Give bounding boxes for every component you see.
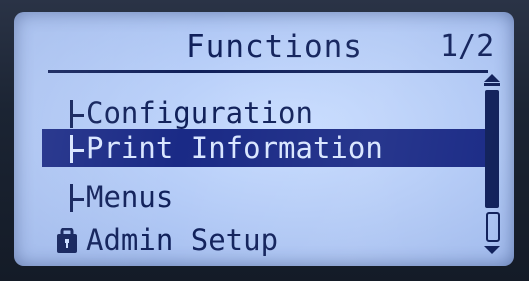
scroll-up-arrow-icon [484,74,500,82]
scrollbar[interactable] [484,74,500,258]
menu-item-menus[interactable]: Menus [42,178,486,216]
scroll-track-cap [484,83,500,86]
scroll-down-arrow-icon [484,246,500,254]
tree-branch-icon [70,100,84,128]
menu-item-label: Print Information [86,131,383,165]
lcd-screen: Functions 1/2 Configuration Print Inform… [14,12,514,266]
lock-icon [57,228,77,253]
tree-branch-icon [70,135,84,163]
page-indicator: 1/2 [440,29,495,64]
menu-item-configuration[interactable]: Configuration [42,94,486,132]
tree-branch-icon [70,184,84,212]
menu-item-admin-setup[interactable]: Admin Setup [42,221,486,259]
scroll-thumb[interactable] [485,90,499,208]
menu-item-label: Menus [86,180,174,214]
menu-item-label: Admin Setup [86,223,279,257]
device-bezel: Functions 1/2 Configuration Print Inform… [0,0,529,281]
header-divider [48,70,488,73]
menu-item-label: Configuration [86,96,313,130]
menu-item-print-information[interactable]: Print Information [42,129,486,167]
scroll-track-remaining [486,212,500,242]
page-title: Functions [186,29,363,65]
header: Functions 1/2 [14,29,514,65]
